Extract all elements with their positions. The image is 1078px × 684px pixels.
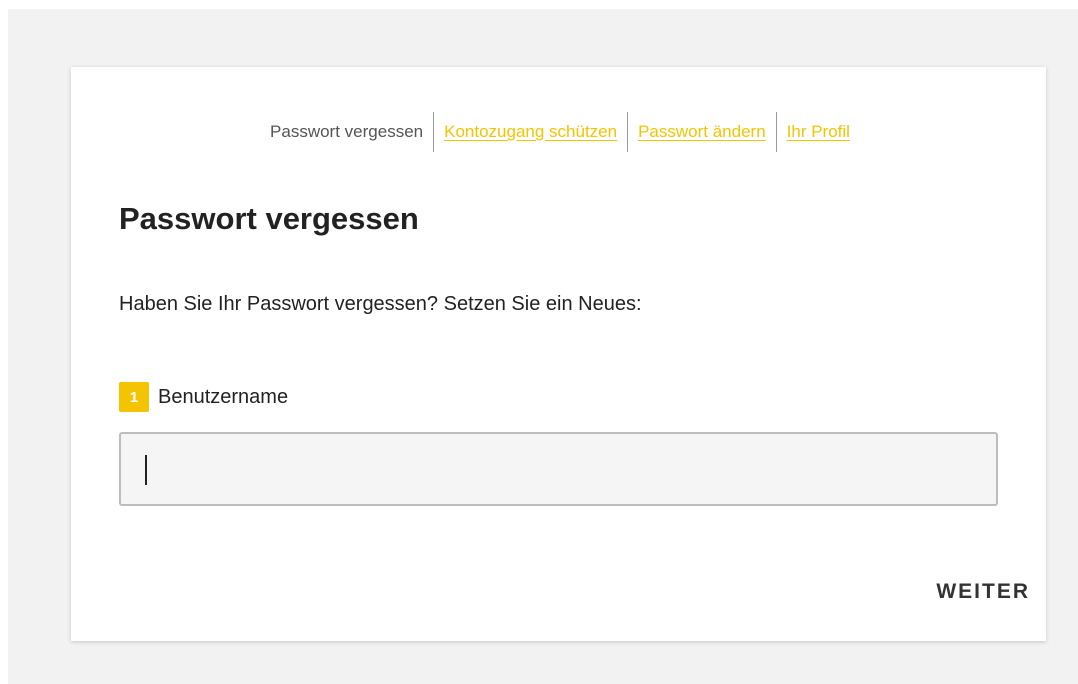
tab-passwort-aendern[interactable]: Passwort ändern	[628, 112, 776, 152]
username-input[interactable]	[121, 434, 996, 504]
username-label-row: 1 Benutzername	[119, 380, 288, 414]
page-title: Passwort vergessen	[119, 201, 419, 236]
username-field-wrapper	[119, 432, 998, 506]
next-button[interactable]: WEITER	[890, 572, 1030, 612]
forgot-password-card	[71, 67, 1046, 641]
tab-passwort-vergessen: Passwort vergessen	[270, 122, 424, 141]
account-tabs: Passwort vergessen Kontozugang schützen …	[0, 112, 1078, 152]
tab-ihr-profil[interactable]: Ihr Profil	[777, 112, 860, 152]
username-label: Benutzername	[158, 385, 289, 408]
text-cursor	[145, 455, 147, 485]
intro-text: Haben Sie Ihr Passwort vergessen? Setzen…	[119, 293, 642, 315]
step-number-badge: 1	[119, 382, 149, 412]
tab-kontozugang-schuetzen[interactable]: Kontozugang schützen	[434, 112, 627, 152]
